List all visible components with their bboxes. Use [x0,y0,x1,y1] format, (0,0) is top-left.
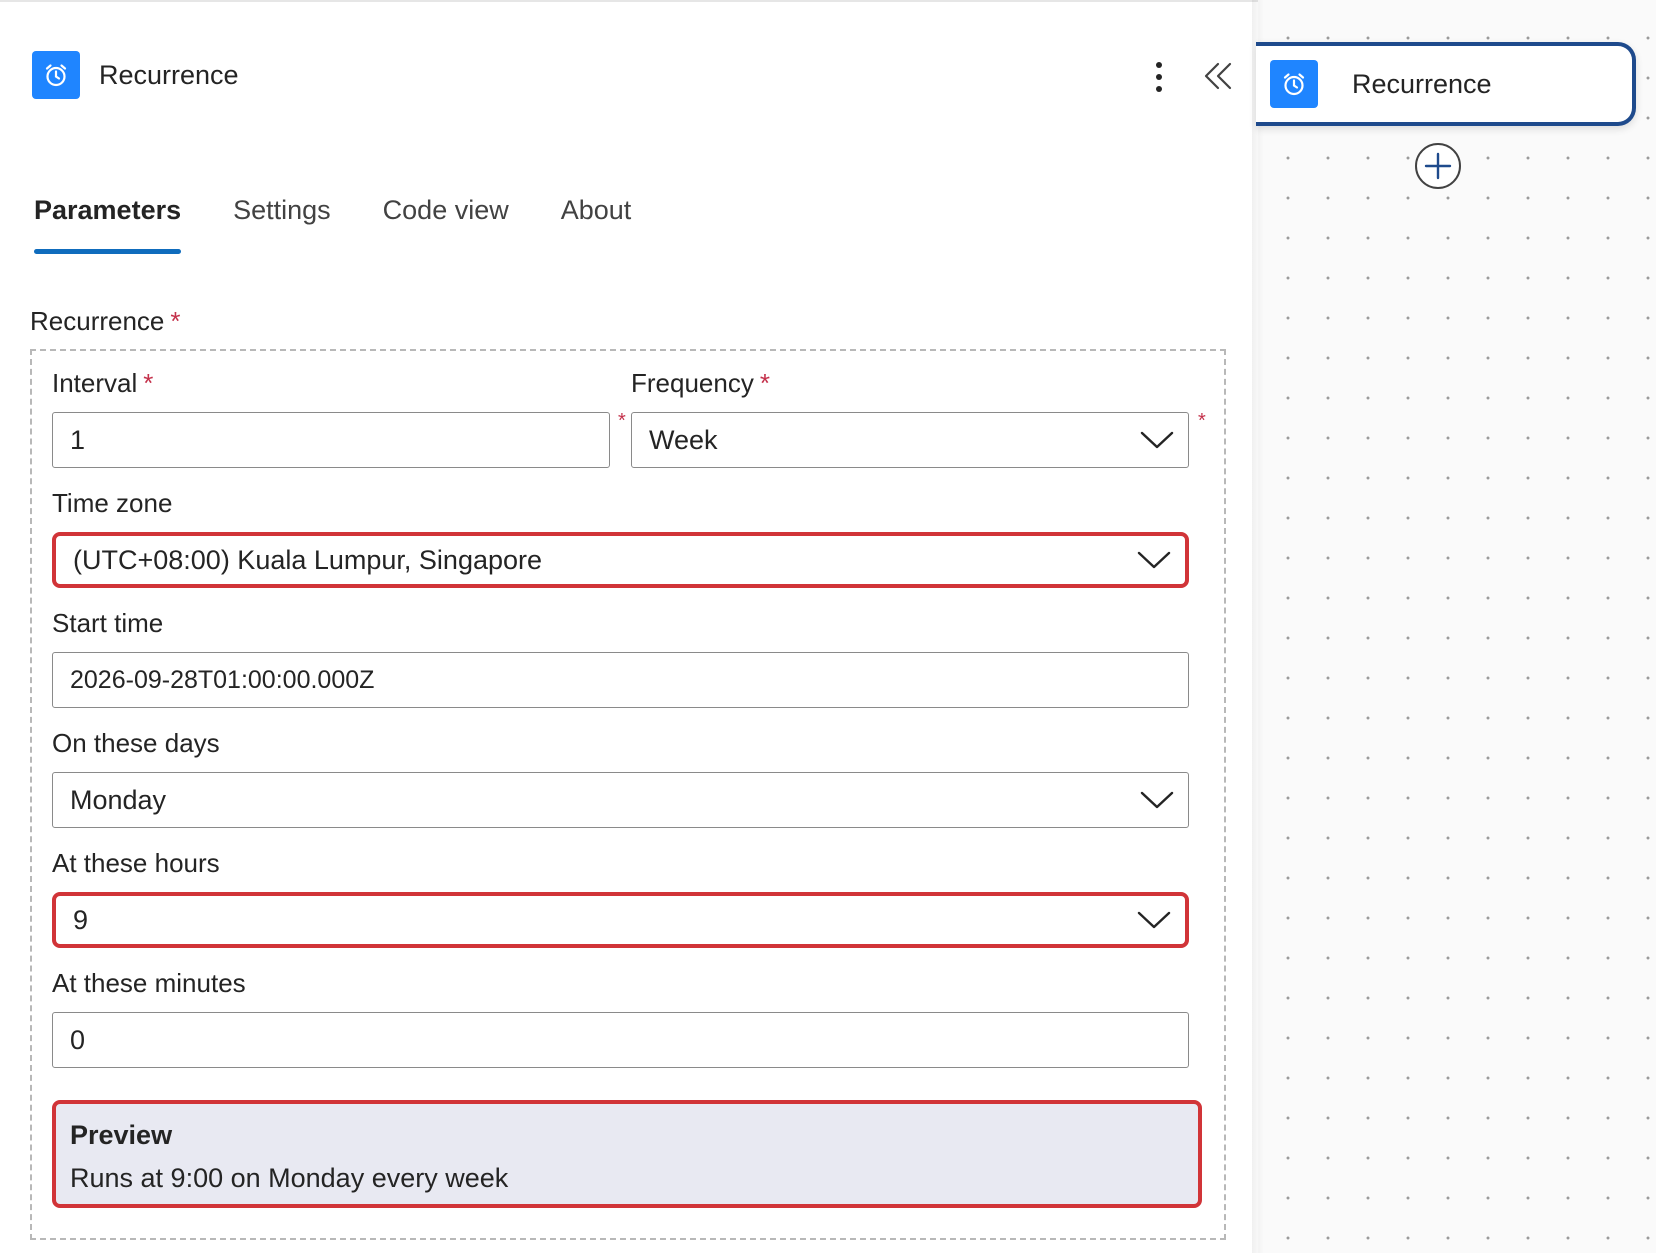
start-time-input[interactable] [70,665,1188,695]
more-vertical-icon [1156,62,1162,68]
add-step-button[interactable] [1414,142,1462,190]
interval-label-text: Interval [52,368,138,398]
required-marker: * [618,410,626,432]
recurrence-trigger-node[interactable]: Recurrence [1256,42,1636,126]
chevron-down-icon [1140,791,1174,809]
at-these-hours-dropdown[interactable]: 9 [52,892,1189,948]
panel-divider [1252,0,1264,1253]
tab-parameters[interactable]: Parameters [34,192,182,254]
alarm-clock-icon [1270,60,1318,108]
required-marker: * [1198,410,1206,432]
alarm-clock-icon [32,51,80,99]
required-marker: * [143,368,154,398]
frequency-label-text: Frequency [631,368,754,398]
chevron-down-icon [1137,911,1171,929]
action-details-panel: Recurrence Parameters Settings Code view… [0,0,1258,1253]
interval-label: Interval * [52,368,153,399]
on-these-days-dropdown[interactable]: Monday [52,772,1189,828]
recurrence-label-text: Recurrence [30,306,165,336]
on-these-days-value: Monday [70,784,167,815]
at-these-hours-value: 9 [73,904,89,935]
panel-title: Recurrence [99,59,239,90]
chevron-double-left-icon [1204,62,1232,90]
on-these-days-label: On these days [52,728,220,758]
time-zone-value: (UTC+08:00) Kuala Lumpur, Singapore [73,544,543,575]
collapse-panel-button[interactable] [1200,58,1236,94]
more-vertical-icon-dot [1156,86,1162,92]
chevron-down-icon [1137,551,1171,569]
required-marker: * [759,368,770,398]
at-these-minutes-field[interactable] [52,1012,1189,1068]
node-title: Recurrence [1352,68,1492,99]
tab-code-view[interactable]: Code view [383,192,509,254]
schedule-preview: Preview Runs at 9:00 on Monday every wee… [52,1100,1202,1208]
preview-title: Preview [70,1120,173,1150]
start-time-label: Start time [52,608,164,638]
start-time-field[interactable] [52,652,1189,708]
frequency-dropdown[interactable]: Week [631,412,1189,468]
panel-tabs: Parameters Settings Code view About [34,192,683,254]
tab-about[interactable]: About [561,192,632,254]
panel-header: Recurrence [32,50,1232,100]
more-options-button[interactable] [1144,60,1174,94]
preview-text: Runs at 9:00 on Monday every week [70,1163,509,1193]
tab-settings[interactable]: Settings [233,192,331,254]
time-zone-dropdown[interactable]: (UTC+08:00) Kuala Lumpur, Singapore [52,532,1189,588]
interval-input[interactable] [70,424,609,456]
recurrence-section-label: Recurrence * [30,306,181,337]
time-zone-label: Time zone [52,488,173,518]
at-these-minutes-input[interactable] [70,1024,1188,1056]
at-these-minutes-label: At these minutes [52,968,246,998]
frequency-label: Frequency * [631,368,770,399]
at-these-hours-label: At these hours [52,848,220,878]
frequency-value: Week [649,424,718,455]
plus-circle-icon [1415,143,1461,189]
app-root: Recurrence Parameters Settings Code view… [0,0,1656,1253]
interval-field[interactable] [52,412,610,468]
chevron-down-icon [1140,431,1174,449]
more-vertical-icon-dot [1156,74,1162,80]
required-marker: * [170,306,181,336]
